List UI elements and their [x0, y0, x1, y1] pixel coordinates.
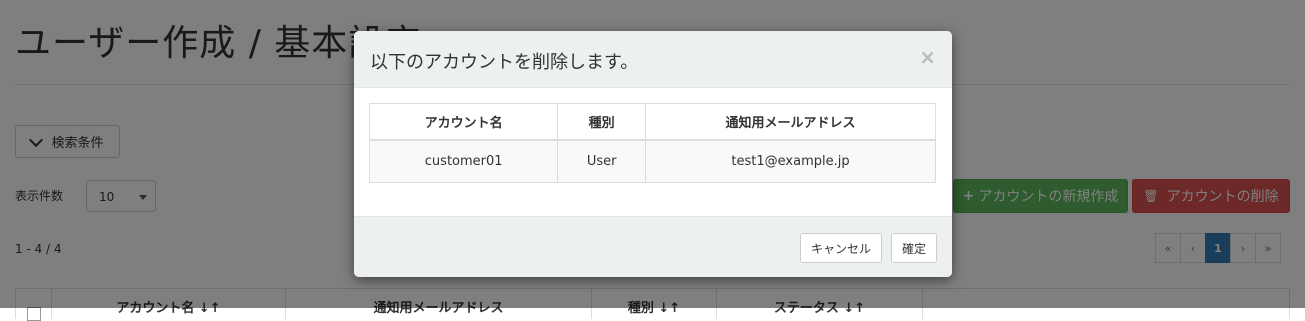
close-icon[interactable]: ×	[919, 45, 936, 69]
cell-account-name: customer01	[424, 154, 503, 169]
dialog-table-header: アカウント名 種別 通知用メールアドレス	[370, 104, 935, 141]
col-type: 種別	[557, 104, 645, 139]
dialog-title: 以下のアカウントを削除します。	[370, 52, 639, 73]
cell-type: User	[557, 141, 645, 182]
table-row: customer01 User test1@example.jp	[370, 141, 935, 182]
select-all-checkbox[interactable]	[26, 307, 41, 321]
col-account-name: アカウント名	[424, 116, 503, 131]
dialog-footer: キャンセル 確定	[354, 216, 952, 277]
dialog-header: 以下のアカウントを削除します。 ×	[354, 31, 952, 88]
cancel-button[interactable]: キャンセル	[800, 233, 882, 263]
dialog-accounts-table: アカウント名 種別 通知用メールアドレス customer01 User tes…	[369, 103, 936, 183]
delete-confirm-dialog: 以下のアカウントを削除します。 × アカウント名 種別 通知用メールアドレス c…	[354, 31, 952, 277]
confirm-button[interactable]: 確定	[891, 233, 937, 263]
col-email: 通知用メールアドレス	[645, 104, 935, 139]
cell-email: test1@example.jp	[645, 141, 935, 182]
